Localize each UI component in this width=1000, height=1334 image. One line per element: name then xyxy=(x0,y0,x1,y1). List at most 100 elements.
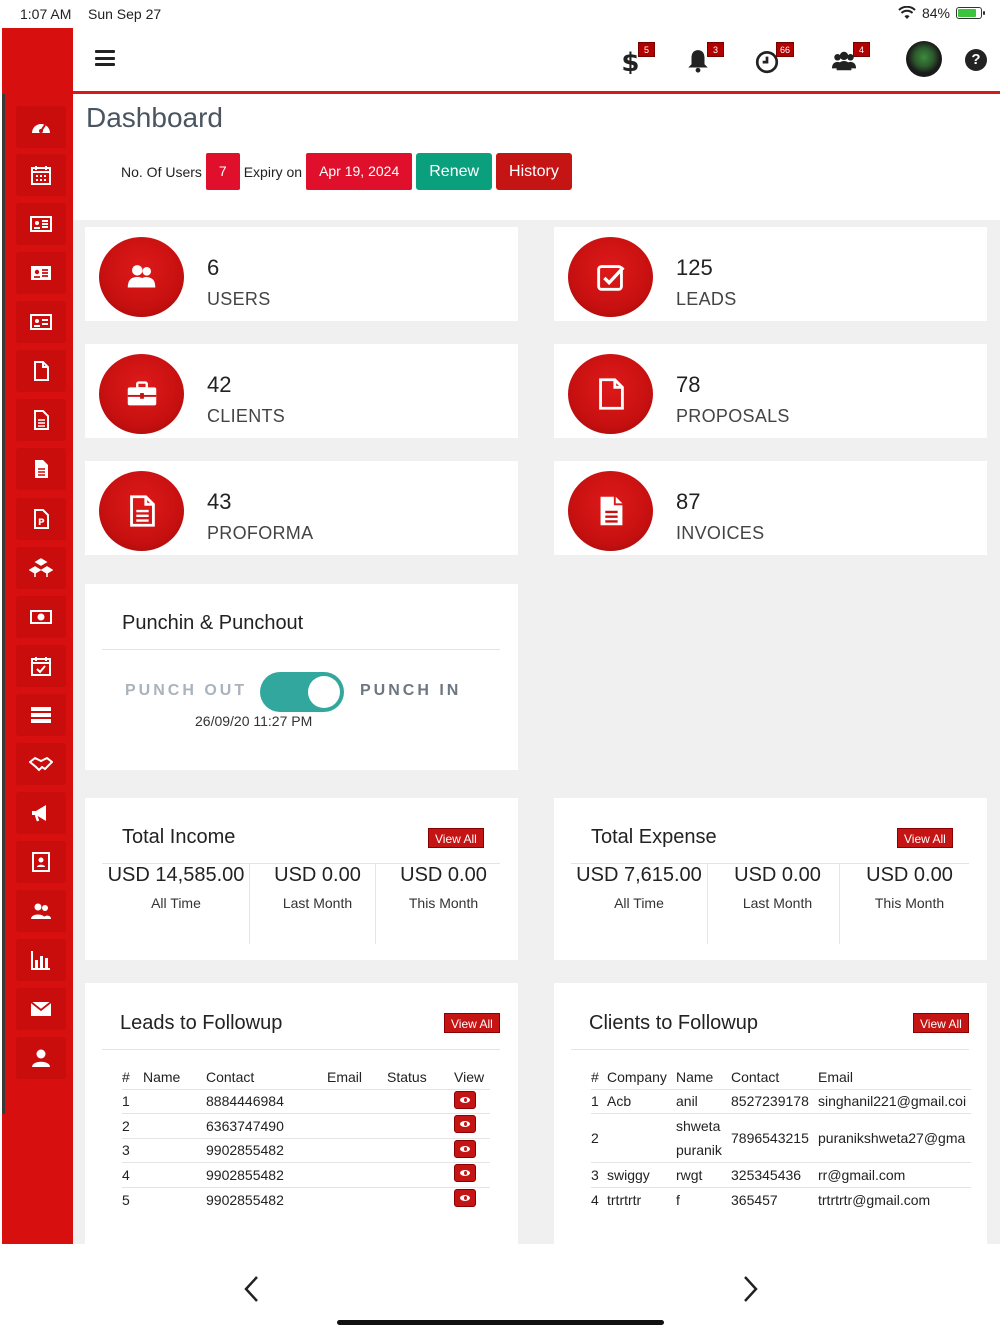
clients-followup-card: Clients to Followup View All # Company N… xyxy=(554,983,987,1244)
col-header: Email xyxy=(818,1068,854,1085)
expense-period: Last Month xyxy=(742,895,813,911)
clients-view-all-button[interactable]: View All xyxy=(913,1013,969,1033)
sidebar-item-dashboard[interactable] xyxy=(16,106,66,148)
sidebar-item-document[interactable] xyxy=(16,399,66,441)
income-amount: USD 14,585.00 xyxy=(107,864,245,886)
sidebar-item-server[interactable] xyxy=(16,694,66,736)
sidebar-item-users[interactable] xyxy=(16,890,66,932)
expense-period: This Month xyxy=(874,895,945,911)
table-row: 5 9902855482 xyxy=(122,1186,490,1212)
table-cell: 4 xyxy=(122,1162,143,1187)
sidebar-item-proforma[interactable]: P xyxy=(16,498,66,540)
dashboard-icon xyxy=(32,124,50,133)
expense-amount: USD 0.00 xyxy=(866,864,953,886)
clients-table-wrap[interactable]: # Company Name Contact Email 1 Acb anil 852… xyxy=(591,1065,971,1235)
table-row: 3 swiggy rwgt 325345436 rr@gmail.com xyxy=(591,1162,971,1187)
briefcase-icon xyxy=(99,354,184,434)
table-cell: 325345436 xyxy=(731,1162,818,1187)
bell-icon[interactable]: 3 xyxy=(677,42,724,82)
bell-badge: 3 xyxy=(707,42,724,57)
sidebar-item-file[interactable] xyxy=(16,350,66,392)
table-row: 2 6363747490 xyxy=(122,1113,490,1138)
sidebar-item-boxes[interactable] xyxy=(16,547,66,589)
col-header: # xyxy=(122,1068,130,1085)
sidebar-item-handshake[interactable] xyxy=(16,743,66,785)
leads-view-all-button[interactable]: View All xyxy=(444,1013,500,1033)
punch-timestamp: 26/09/20 11:27 PM xyxy=(195,713,313,729)
forward-arrow-icon[interactable] xyxy=(738,1274,762,1304)
stat-card-clients[interactable]: 42 CLIENTS xyxy=(85,344,518,438)
stat-card-proforma[interactable]: 43 PROFORMA xyxy=(85,461,518,555)
sidebar-item-calendar-check[interactable] xyxy=(16,645,66,687)
sidebar-item-address-book[interactable] xyxy=(16,841,66,883)
income-view-all-button[interactable]: View All xyxy=(428,828,484,848)
eye-icon[interactable] xyxy=(454,1090,476,1109)
table-row: 1 8884446984 xyxy=(122,1088,490,1114)
sidebar-item-document-filled[interactable] xyxy=(16,448,66,490)
punch-toggle[interactable] xyxy=(260,672,344,712)
stat-card-proposals[interactable]: 78 PROPOSALS xyxy=(554,344,987,438)
sidebar-item-calendar[interactable] xyxy=(16,154,66,196)
income-card: Total Income View All USD 14,585.00 All … xyxy=(85,798,518,960)
history-button[interactable]: History xyxy=(496,153,572,190)
sidebar-item-profile-card[interactable] xyxy=(16,301,66,343)
sidebar-item-megaphone[interactable] xyxy=(16,792,66,834)
table-cell: swiggy xyxy=(607,1162,676,1187)
table-cell xyxy=(454,1162,490,1187)
document-filled-icon xyxy=(35,460,48,478)
table-cell: 1 xyxy=(591,1088,607,1114)
eye-icon[interactable] xyxy=(454,1139,476,1158)
status-time: 1:07 AM xyxy=(20,6,72,22)
table-cell: 2 xyxy=(122,1113,143,1138)
table-cell: 8527239178 xyxy=(731,1088,818,1114)
eye-icon[interactable] xyxy=(454,1164,476,1183)
sidebar-item-bar-chart[interactable] xyxy=(16,939,66,981)
stat-value: 43 xyxy=(207,489,232,514)
home-indicator[interactable] xyxy=(337,1320,664,1325)
users-icon xyxy=(99,237,184,317)
hamburger-menu-icon[interactable] xyxy=(95,50,115,66)
expense-title: Total Expense xyxy=(591,826,717,848)
sidebar-item-mail[interactable] xyxy=(16,988,66,1030)
table-cell: 2 xyxy=(591,1113,607,1163)
eye-icon[interactable] xyxy=(454,1189,476,1207)
sidebar-item-user[interactable] xyxy=(16,1037,66,1079)
help-icon[interactable]: ? xyxy=(965,49,987,71)
stat-card-leads[interactable]: 125 LEADS xyxy=(554,227,987,321)
calendar-check-icon xyxy=(31,657,51,676)
svg-text:$: $ xyxy=(621,48,639,74)
stat-value: 78 xyxy=(676,372,701,397)
contact-card-icon xyxy=(30,216,52,232)
users-badge: 4 xyxy=(853,42,870,57)
dollar-icon[interactable]: $ 5 xyxy=(608,42,655,82)
income-amount: USD 0.00 xyxy=(274,864,361,886)
users-icon[interactable]: 4 xyxy=(823,42,870,82)
avatar[interactable] xyxy=(906,41,942,77)
expense-card: Total Expense View All USD 7,615.00 All … xyxy=(554,798,987,960)
expense-view-all-button[interactable]: View All xyxy=(897,828,953,848)
sidebar-item-money[interactable] xyxy=(16,596,66,638)
back-arrow-icon[interactable] xyxy=(240,1274,264,1304)
users-count-label: No. Of Users xyxy=(121,163,202,180)
address-book-icon xyxy=(32,852,50,872)
table-cell: anil xyxy=(676,1088,731,1114)
sidebar-item-contact-card[interactable] xyxy=(16,203,66,245)
status-bar: 1:07 AM Sun Sep 27 84% xyxy=(0,0,1000,28)
eye-icon[interactable] xyxy=(454,1115,476,1134)
renew-button[interactable]: Renew xyxy=(416,153,493,190)
stat-value: 125 xyxy=(676,255,713,280)
col-header: Name xyxy=(676,1068,714,1085)
stat-card-users[interactable]: 6 USERS xyxy=(85,227,518,321)
table-cell: 365457 xyxy=(731,1186,818,1212)
page-header: Dashboard No. Of Users 7 Expiry on Apr 1… xyxy=(73,94,1000,220)
clock-icon[interactable]: 66 xyxy=(746,42,795,82)
table-cell xyxy=(454,1088,490,1114)
income-last-month: USD 0.00 Last Month xyxy=(255,864,380,911)
sidebar-item-id-card[interactable] xyxy=(16,252,66,294)
table-cell: puranikshweta27@gma xyxy=(818,1113,971,1163)
col-header: Email xyxy=(327,1068,363,1085)
table-cell xyxy=(327,1113,387,1138)
col-header: Contact xyxy=(731,1068,780,1085)
stat-card-invoices[interactable]: 87 INVOICES xyxy=(554,461,987,555)
table-row: 4 trtrtrtr f 365457 trtrtrtr@gmail.com xyxy=(591,1186,971,1212)
